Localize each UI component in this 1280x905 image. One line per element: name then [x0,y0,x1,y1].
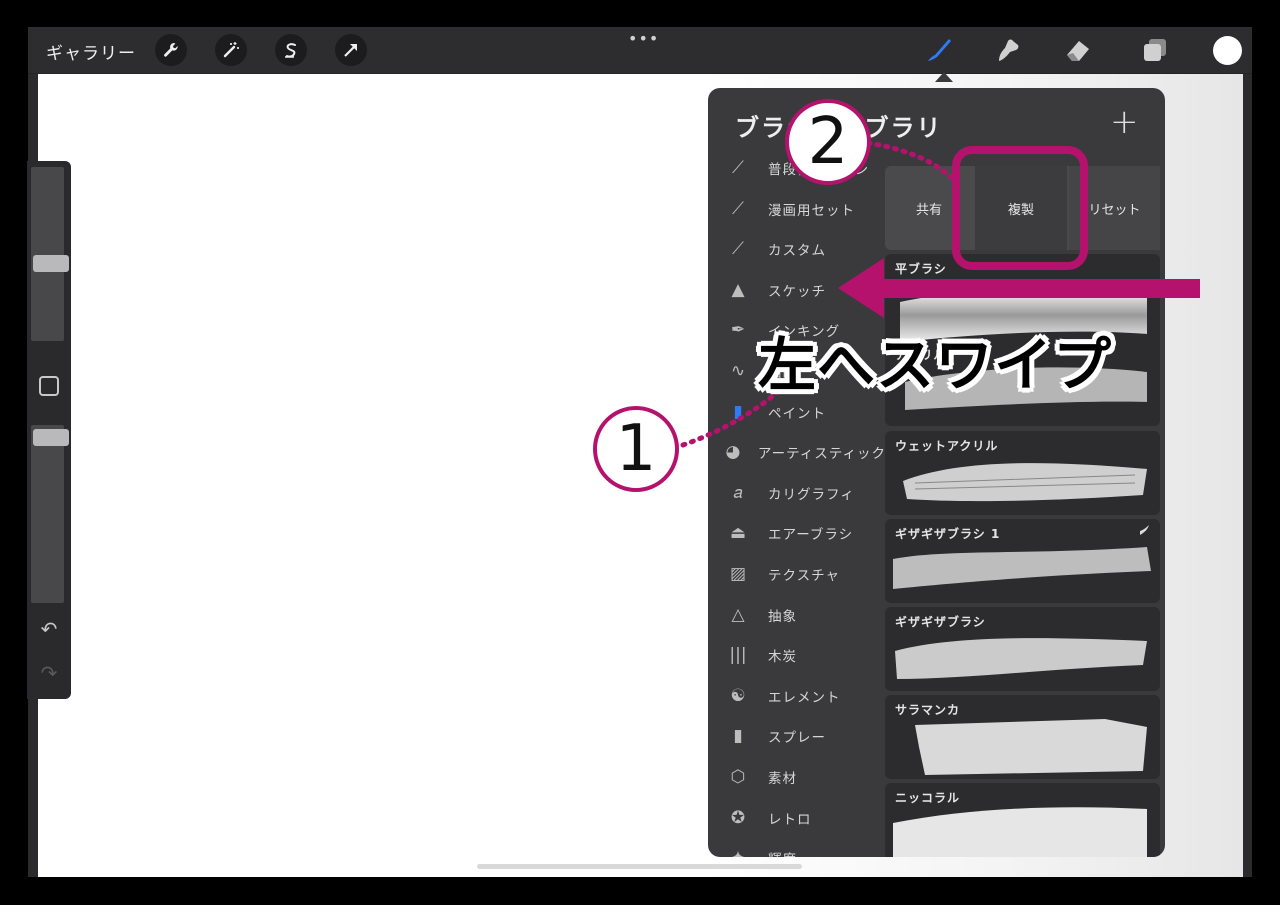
swipe-instruction: 左へスワイプ [758,331,1113,399]
step-number-1: 1 [593,406,679,492]
highlight-box [952,146,1088,270]
swipe-arrow-head [838,258,884,318]
swipe-arrow [880,279,1200,298]
dotted-connector [865,140,955,181]
step-number-2: 2 [785,99,871,185]
